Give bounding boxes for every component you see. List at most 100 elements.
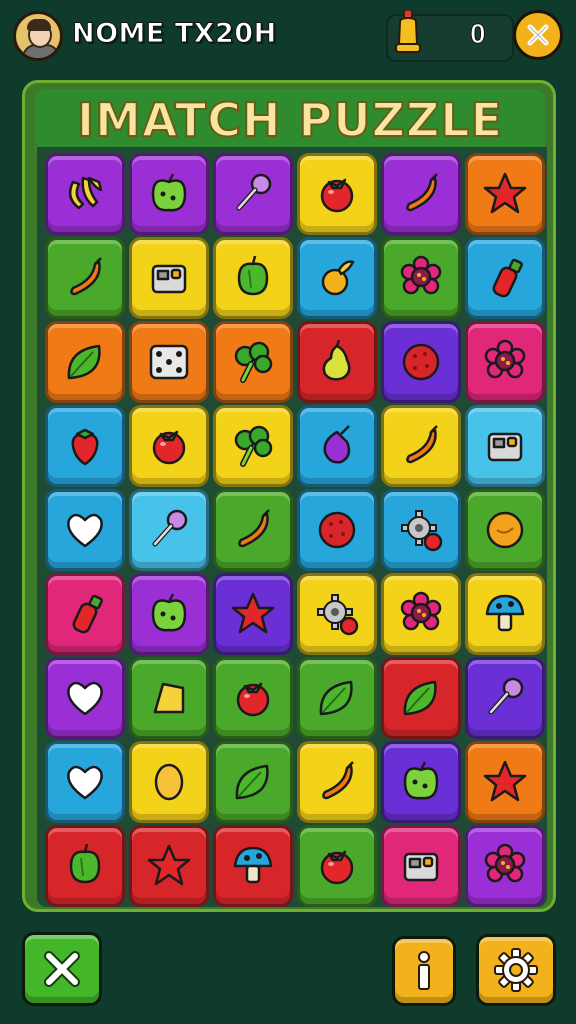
tile-6-2[interactable] — [213, 657, 293, 739]
tile-3-2[interactable] — [213, 405, 293, 487]
heart-icon — [67, 765, 103, 800]
tile-3-1[interactable] — [129, 405, 209, 487]
tile-1-0[interactable] — [45, 237, 125, 319]
player-name: NOME TX20H — [72, 18, 277, 50]
fruit-icon — [321, 260, 355, 296]
tile-8-2[interactable] — [213, 825, 293, 907]
box-icon — [487, 432, 523, 462]
tile-4-4[interactable] — [381, 489, 461, 571]
pear-icon — [322, 339, 351, 381]
lollipop-icon — [152, 509, 188, 547]
tile-2-0[interactable] — [45, 321, 125, 403]
tile-3-0[interactable] — [45, 405, 125, 487]
flower-icon — [484, 339, 526, 379]
tile-2-4[interactable] — [381, 321, 461, 403]
onion-icon — [323, 425, 351, 464]
shuffle-button[interactable] — [22, 932, 102, 1006]
tile-6-4[interactable] — [381, 657, 461, 739]
tile-1-3[interactable] — [297, 237, 377, 319]
tile-8-0[interactable] — [45, 825, 125, 907]
tile-6-3[interactable] — [297, 657, 377, 739]
pepper-icon — [322, 761, 354, 800]
tile-5-5[interactable] — [465, 573, 545, 655]
gear-icon — [401, 510, 443, 552]
orange-icon — [486, 511, 524, 549]
tile-4-2[interactable] — [213, 489, 293, 571]
gear-icon — [317, 594, 359, 636]
game-title: IMATCH PUZZLE — [76, 92, 504, 148]
bellpepper-icon — [237, 255, 269, 296]
tile-5-4[interactable] — [381, 573, 461, 655]
tile-2-1[interactable] — [129, 321, 209, 403]
tile-1-1[interactable] — [129, 237, 209, 319]
bottle-icon — [72, 594, 103, 634]
tile-8-4[interactable] — [381, 825, 461, 907]
settings-button[interactable] — [476, 934, 556, 1006]
info-icon — [418, 951, 430, 990]
star-icon — [483, 172, 527, 214]
tile-0-2[interactable] — [213, 153, 293, 235]
tile-1-2[interactable] — [213, 237, 293, 319]
broccoli-icon — [234, 341, 273, 383]
tile-8-1[interactable] — [129, 825, 209, 907]
tile-2-5[interactable] — [465, 321, 545, 403]
tile-7-3[interactable] — [297, 741, 377, 823]
tile-7-2[interactable] — [213, 741, 293, 823]
top-bar: NOME TX20H 0 — [0, 0, 576, 76]
leaf-icon — [403, 680, 437, 716]
tile-4-5[interactable] — [465, 489, 545, 571]
bellpepper-icon — [69, 843, 101, 884]
info-button[interactable] — [392, 936, 456, 1006]
tile-0-3[interactable] — [297, 153, 377, 235]
tile-0-4[interactable] — [381, 153, 461, 235]
tile-0-1[interactable] — [129, 153, 209, 235]
tile-grid — [37, 147, 547, 907]
leaf-icon — [319, 680, 353, 716]
tile-3-3[interactable] — [297, 405, 377, 487]
tile-5-3[interactable] — [297, 573, 377, 655]
tile-7-1[interactable] — [129, 741, 209, 823]
tomato-icon — [152, 430, 186, 465]
tile-1-5[interactable] — [465, 237, 545, 319]
tile-6-0[interactable] — [45, 657, 125, 739]
avatar[interactable] — [13, 11, 63, 61]
gear-icon — [494, 948, 538, 992]
flower-icon — [400, 591, 442, 631]
tile-6-1[interactable] — [129, 657, 209, 739]
tile-4-1[interactable] — [129, 489, 209, 571]
tile-3-4[interactable] — [381, 405, 461, 487]
flower-icon — [484, 843, 526, 883]
flower-icon — [400, 255, 442, 295]
box-icon — [151, 264, 187, 294]
tile-5-0[interactable] — [45, 573, 125, 655]
tile-7-0[interactable] — [45, 741, 125, 823]
box-icon — [403, 852, 439, 882]
heart-icon — [67, 681, 103, 716]
apple-icon — [151, 173, 187, 212]
tile-0-0[interactable] — [45, 153, 125, 235]
tile-4-3[interactable] — [297, 489, 377, 571]
broccoli-icon — [234, 425, 273, 467]
tile-4-0[interactable] — [45, 489, 125, 571]
tile-5-1[interactable] — [129, 573, 209, 655]
tile-7-4[interactable] — [381, 741, 461, 823]
mushroom-icon — [485, 594, 525, 632]
close-button[interactable] — [513, 10, 563, 60]
tile-2-2[interactable] — [213, 321, 293, 403]
score-value: 0 — [470, 18, 487, 50]
tile-7-5[interactable] — [465, 741, 545, 823]
bell-icon — [395, 10, 421, 53]
title-banner: IMATCH PUZZLE — [35, 89, 545, 153]
game-board: IMATCH PUZZLE — [22, 80, 556, 912]
tile-6-5[interactable] — [465, 657, 545, 739]
tile-3-5[interactable] — [465, 405, 545, 487]
tile-2-3[interactable] — [297, 321, 377, 403]
star-icon — [483, 760, 527, 802]
tile-8-5[interactable] — [465, 825, 545, 907]
tile-5-2[interactable] — [213, 573, 293, 655]
tomato-icon — [320, 850, 354, 885]
tile-0-5[interactable] — [465, 153, 545, 235]
apple-icon — [151, 593, 187, 632]
tile-8-3[interactable] — [297, 825, 377, 907]
tile-1-4[interactable] — [381, 237, 461, 319]
